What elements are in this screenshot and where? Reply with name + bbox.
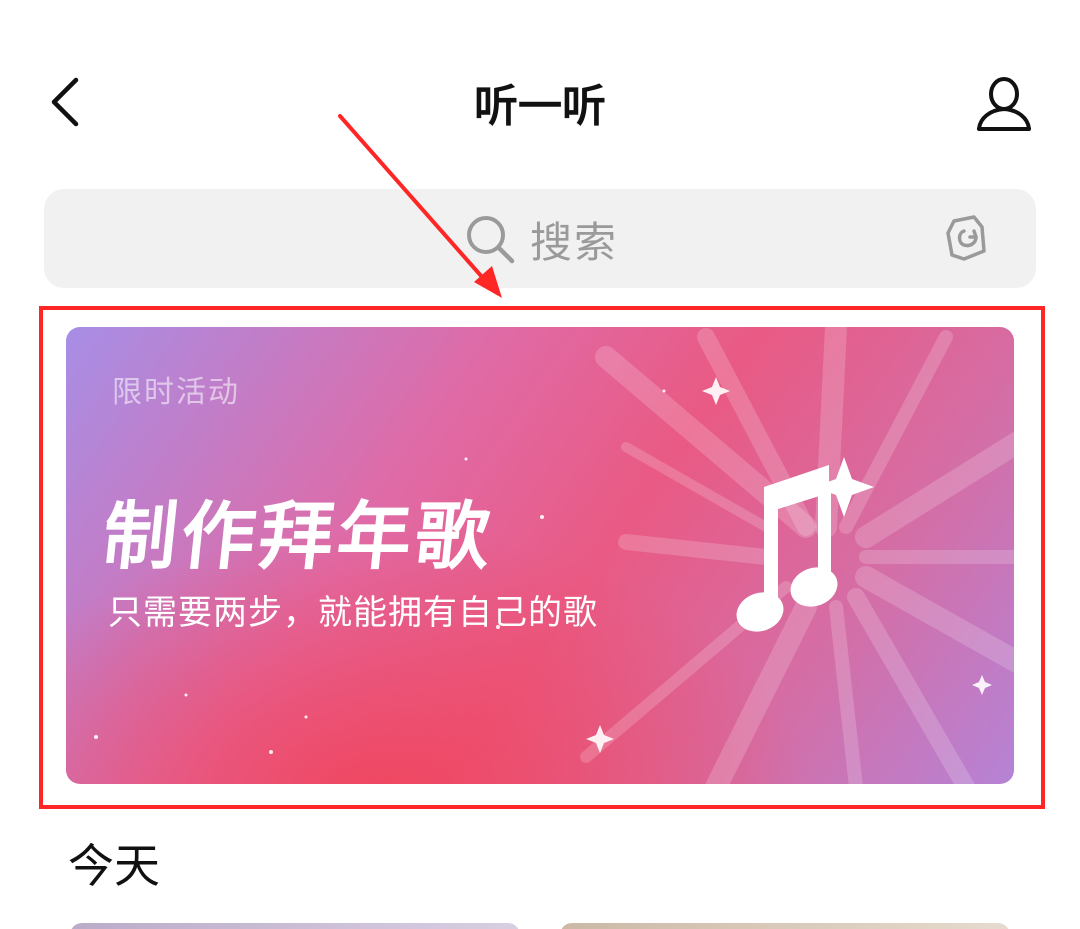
back-button[interactable] xyxy=(36,70,96,134)
profile-button[interactable] xyxy=(966,66,1042,142)
section-title-today: 今天 xyxy=(68,839,160,893)
card-peek[interactable] xyxy=(560,923,1010,929)
page: 听一听 搜索 限时活动 制作拜年歌 只需要两步，就能拥有自己的歌 今天 xyxy=(0,0,1080,929)
search-icon xyxy=(467,216,515,264)
card-peek[interactable] xyxy=(70,923,520,929)
search-bar[interactable]: 搜索 xyxy=(44,189,1036,288)
highlight-frame xyxy=(39,306,1045,809)
chevron-left-icon xyxy=(51,77,79,127)
search-input[interactable]: 搜索 xyxy=(464,203,618,275)
recognize-icon xyxy=(946,215,986,261)
recognize-button[interactable] xyxy=(940,211,998,269)
user-icon xyxy=(977,77,1031,131)
search-placeholder: 搜索 xyxy=(530,217,619,267)
page-title: 听一听 xyxy=(474,81,606,132)
